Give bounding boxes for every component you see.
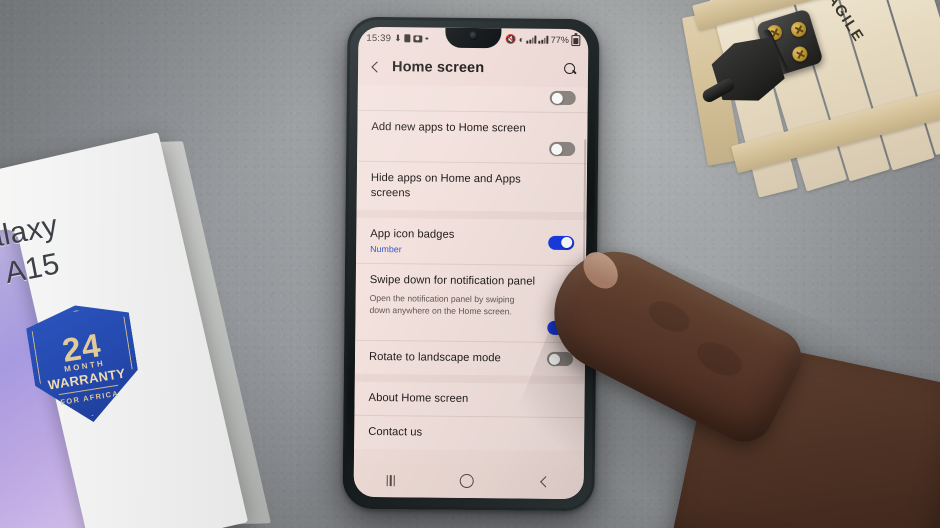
sidebar-item-add-new-apps[interactable]: Add new apps to Home screen bbox=[357, 110, 588, 165]
home-icon[interactable] bbox=[460, 473, 475, 489]
video-icon bbox=[413, 34, 423, 42]
list-item[interactable] bbox=[357, 84, 588, 114]
list-item-label: App icon badges bbox=[370, 228, 455, 242]
toggle-switch[interactable] bbox=[549, 90, 576, 106]
status-bar-right: 🔇 ◐ 77% bbox=[504, 33, 581, 46]
status-bar: 15:39 ⬇ 🔇 ◐ 77% bbox=[358, 27, 588, 51]
warranty-badge: 24 MONTH WARRANTY FOR AFRICA bbox=[24, 297, 145, 430]
page-title: Home screen bbox=[391, 59, 485, 77]
signal-icon bbox=[526, 35, 537, 44]
list-item-subtitle: Number bbox=[370, 244, 402, 255]
list-item-label: Hide apps on Home and Apps screens bbox=[370, 172, 521, 200]
settings-group: Add new apps to Home screen Hide apps on… bbox=[356, 84, 588, 213]
back-chevron-icon[interactable] bbox=[368, 59, 384, 75]
dot-icon bbox=[425, 37, 429, 40]
battery-percent: 77% bbox=[550, 34, 569, 46]
wifi-icon: ◐ bbox=[518, 33, 525, 45]
status-bar-left: 15:39 ⬇ bbox=[366, 32, 429, 44]
knuckle-crease bbox=[643, 294, 695, 339]
toggle-switch[interactable] bbox=[549, 141, 576, 157]
sidebar-item-hide-apps[interactable]: Hide apps on Home and Apps screens bbox=[357, 162, 587, 213]
app-icon bbox=[404, 34, 411, 43]
scene: Galaxy A15 24 MONTH WARRANTY FOR AFRICA … bbox=[0, 0, 940, 528]
box-brand-title: Galaxy A15 bbox=[0, 183, 199, 298]
search-icon[interactable] bbox=[562, 61, 578, 77]
download-icon: ⬇ bbox=[394, 32, 402, 43]
status-time: 15:39 bbox=[366, 32, 392, 44]
signal-icon bbox=[538, 35, 549, 44]
battery-icon bbox=[571, 34, 581, 46]
page-header: Home screen bbox=[358, 49, 588, 87]
list-item-label: Add new apps to Home screen bbox=[371, 120, 526, 135]
mute-icon: 🔇 bbox=[504, 33, 517, 44]
recents-icon[interactable] bbox=[386, 474, 396, 486]
list-item-description: Open the notification panel by swiping d… bbox=[369, 292, 515, 317]
knuckle-crease bbox=[691, 335, 748, 383]
pointing-hand bbox=[534, 231, 940, 528]
list-item-label: Swipe down for notification panel bbox=[369, 274, 536, 289]
toggle-switch[interactable] bbox=[548, 235, 575, 250]
sidebar-item-app-icon-badges[interactable]: App icon badges Number bbox=[355, 218, 587, 267]
